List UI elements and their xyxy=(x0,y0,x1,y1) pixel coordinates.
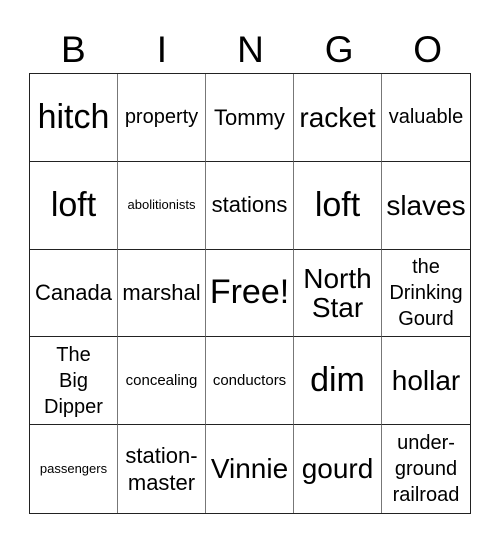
bingo-grid: hitch property Tommy racket valuable loft abol… xyxy=(29,73,471,514)
bingo-cell[interactable]: The Big Dipper xyxy=(30,337,118,426)
bingo-cell[interactable]: conductors xyxy=(206,337,294,426)
bingo-cell[interactable]: loft xyxy=(294,161,382,250)
bingo-cell[interactable]: dim xyxy=(294,337,382,426)
bingo-cell[interactable]: under- ground railroad xyxy=(382,425,470,513)
bingo-cell[interactable]: stations xyxy=(206,161,294,250)
bingo-cell[interactable]: Canada xyxy=(30,249,118,338)
header-letter-o: O xyxy=(413,29,443,70)
bingo-cell[interactable]: the Drinking Gourd xyxy=(382,250,470,338)
bingo-cell[interactable]: slaves xyxy=(382,162,470,250)
bingo-cell[interactable]: station- master xyxy=(118,425,206,513)
bingo-cell[interactable]: valuable xyxy=(382,74,470,162)
bingo-cell[interactable]: concealing xyxy=(118,337,206,426)
bingo-cell[interactable]: hitch xyxy=(30,74,118,162)
header-letter-n: N xyxy=(237,29,264,70)
bingo-cell[interactable]: racket xyxy=(294,74,382,162)
bingo-cell[interactable]: property xyxy=(118,74,206,162)
bingo-cell[interactable]: Tommy xyxy=(206,74,294,162)
bingo-cell[interactable]: loft xyxy=(30,161,118,250)
bingo-header: B I N G O xyxy=(29,28,472,72)
bingo-cell[interactable]: hollar xyxy=(382,337,470,426)
bingo-cell[interactable]: gourd xyxy=(294,425,382,513)
free-space-cell[interactable]: Free! xyxy=(206,249,294,338)
bingo-cell[interactable]: North Star xyxy=(294,249,382,338)
header-letter-b: B xyxy=(60,29,86,70)
bingo-cell[interactable]: Vinnie xyxy=(206,425,294,513)
bingo-cell[interactable]: marshal xyxy=(118,249,206,338)
header-letter-g: G xyxy=(324,29,354,70)
bingo-cell[interactable]: passengers xyxy=(30,425,118,513)
bingo-cell[interactable]: abolitionists xyxy=(118,161,206,250)
header-letter-i: I xyxy=(156,29,168,70)
